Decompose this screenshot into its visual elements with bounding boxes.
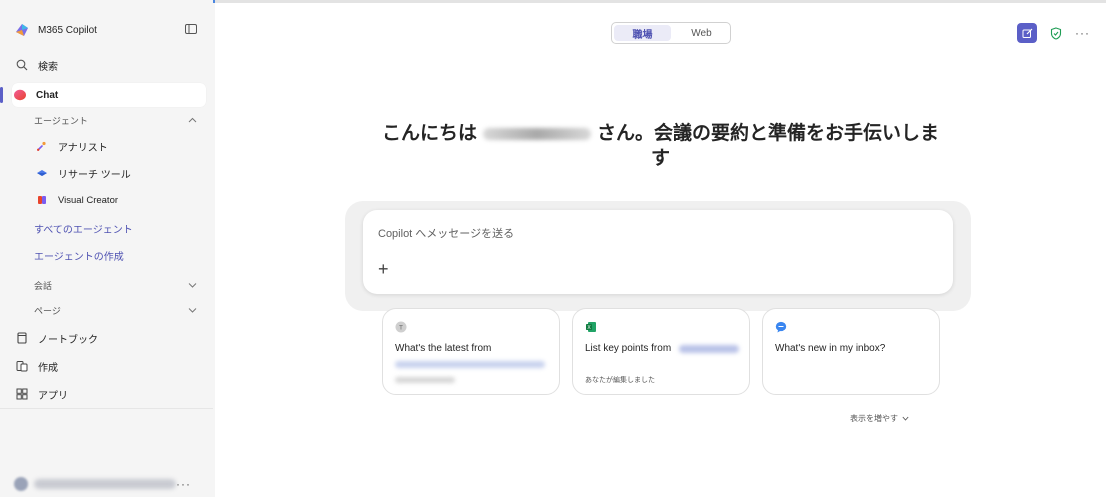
app-header: M365 Copilot (14, 18, 205, 42)
app-title: M365 Copilot (38, 24, 97, 36)
suggestion-title: What's new in my inbox? (775, 343, 886, 354)
visual-creator-icon (34, 192, 50, 208)
copilot-chat-icon (775, 320, 787, 333)
all-agents-link: すべてのエージェント (34, 224, 133, 236)
suggestion-card-excel[interactable]: X List key points from あなたが編集しました (572, 308, 750, 395)
create-icon (14, 358, 30, 374)
sidebar-item-search[interactable]: 検索 (14, 53, 205, 77)
suggestion-title: List key points from (585, 343, 672, 354)
message-input-placeholder[interactable]: Copilot へメッセージを送る (378, 225, 514, 241)
chevron-up-icon (188, 115, 205, 125)
sidebar-item-analyst[interactable]: アナリスト (14, 134, 205, 158)
apps-icon (14, 386, 30, 402)
new-chat-button[interactable] (1017, 23, 1037, 43)
conversations-section-header[interactable]: 会話 (14, 273, 205, 297)
main-panel: 職場 Web ··· こんにちは さん。会議の要約と準備をお手伝いしま す Cop… (215, 3, 1106, 497)
greeting-hello: こんにちは (381, 123, 477, 144)
sidebar-item-label: Visual Creator (58, 194, 119, 206)
sidebar-item-label: Chat (36, 89, 59, 101)
sidebar-item-label: リサーチ ツール (58, 169, 131, 181)
more-options-icon[interactable]: ··· (1075, 26, 1090, 40)
sidebar-item-label: アプリ (38, 390, 68, 402)
toggle-work[interactable]: 職場 (614, 25, 671, 41)
suggestion-title: What's the latest from (395, 343, 492, 354)
sidebar-item-notebook[interactable]: ノートブック (14, 326, 205, 350)
sidebar-item-visual-creator[interactable]: Visual Creator (14, 188, 205, 212)
shield-icon[interactable] (1049, 26, 1063, 40)
sidebar-item-label: 作成 (38, 362, 58, 374)
sidebar: M365 Copilot 検索 Chat エージェント アナリスト リサーチ ツ (0, 0, 213, 497)
pages-section-header[interactable]: ページ (14, 298, 205, 322)
user-name-redacted (483, 127, 591, 140)
message-composer[interactable]: Copilot へメッセージを送る + (363, 210, 953, 294)
create-agent-link: エージェントの作成 (34, 251, 124, 263)
chevron-down-icon (188, 280, 205, 290)
add-attachment-icon[interactable]: + (378, 260, 389, 278)
sidebar-divider (0, 408, 213, 409)
analyst-icon (34, 138, 50, 154)
agents-section-header[interactable]: エージェント (14, 108, 205, 132)
chevron-down-icon (188, 305, 205, 315)
greeting-line2: す (650, 148, 670, 169)
suggestion-subtitle: あなたが編集しました (585, 377, 655, 384)
chevron-down-icon (902, 414, 909, 423)
greeting-suffix: さん。会議の要約と準備をお手伝いしま (597, 123, 940, 144)
teams-icon: T (395, 320, 407, 333)
sidebar-item-label: 検索 (38, 61, 58, 73)
search-icon (14, 57, 30, 73)
svg-text:T: T (399, 324, 403, 331)
excel-icon: X (585, 320, 597, 332)
sidebar-item-researcher[interactable]: リサーチ ツール (14, 161, 205, 185)
sidebar-item-chat[interactable]: Chat (12, 83, 206, 107)
suggestion-cards: T What's the latest from X List key poin… (382, 308, 940, 395)
user-name-redacted (34, 479, 176, 489)
more-options-icon[interactable]: ··· (176, 477, 205, 491)
sidebar-item-label: アナリスト (58, 142, 108, 154)
researcher-icon (34, 165, 50, 181)
sidebar-item-apps[interactable]: アプリ (14, 382, 205, 406)
suggestion-card-teams[interactable]: T What's the latest from (382, 308, 560, 395)
show-more-label: 表示を増やす (850, 414, 898, 423)
selected-indicator (0, 87, 3, 103)
sidebar-item-label: ノートブック (38, 334, 98, 346)
redacted-text (395, 377, 455, 383)
greeting-heading: こんにちは さん。会議の要約と準備をお手伝いしま す (215, 121, 1106, 171)
top-right-actions: ··· (1017, 23, 1090, 43)
agents-header-label: エージェント (34, 115, 88, 126)
notebook-icon (14, 330, 30, 346)
suggestion-card-inbox[interactable]: What's new in my inbox? (762, 308, 940, 395)
user-account[interactable]: ··· (14, 472, 205, 496)
redacted-text (679, 345, 739, 353)
sidebar-item-create-agent[interactable]: エージェントの作成 (14, 243, 205, 267)
work-web-toggle: 職場 Web (611, 22, 731, 44)
toggle-web[interactable]: Web (673, 23, 730, 43)
show-more-link[interactable]: 表示を増やす (850, 413, 909, 424)
sidebar-item-create[interactable]: 作成 (14, 354, 205, 378)
chat-icon (12, 87, 28, 103)
sidebar-toggle-icon[interactable] (185, 23, 205, 38)
conversations-header-label: 会話 (34, 280, 53, 291)
pages-header-label: ページ (34, 305, 61, 316)
sidebar-item-all-agents[interactable]: すべてのエージェント (14, 216, 205, 240)
avatar (14, 477, 28, 491)
copilot-logo-icon (14, 22, 30, 38)
redacted-text (395, 361, 545, 368)
